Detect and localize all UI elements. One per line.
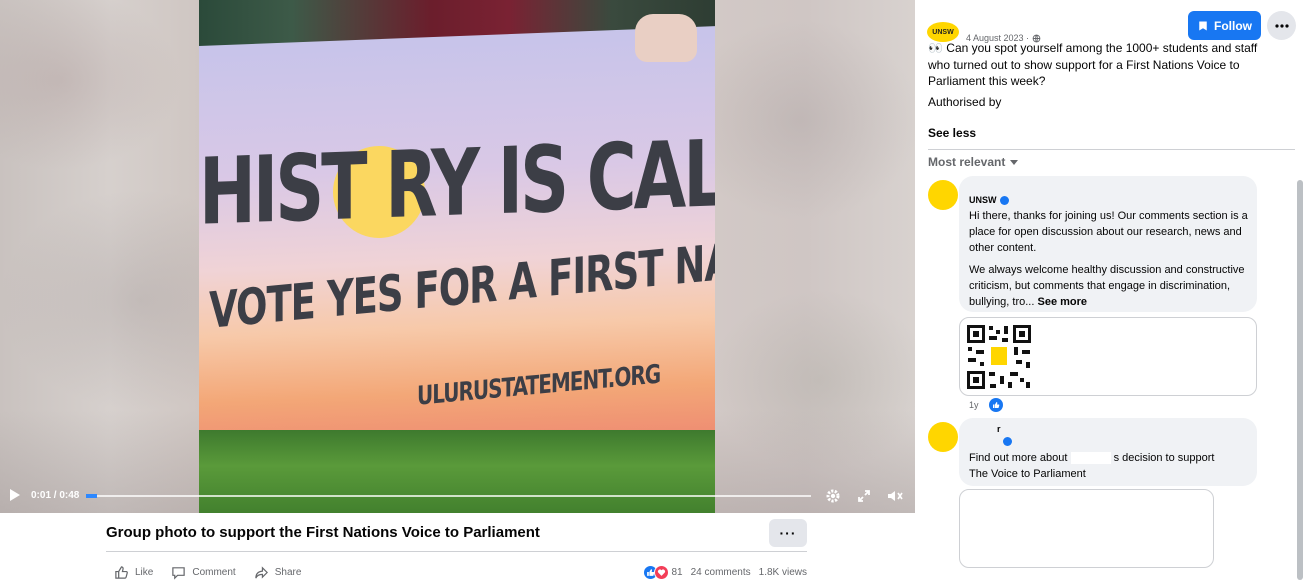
gear-icon[interactable] [825,488,841,504]
thumbs-up-icon [115,565,128,579]
share-icon [254,565,268,579]
more-options-button[interactable]: ··· [769,519,807,547]
see-less-link[interactable]: See less [928,126,976,140]
share-button[interactable]: Share [254,565,302,580]
like-reaction-icon[interactable] [988,398,1003,412]
share-label: Share [274,566,302,578]
like-button[interactable]: Like [114,565,153,580]
reaction-stats: 81 24 comments 1.8K views [643,563,807,581]
divider [106,551,807,552]
action-bar: Like Comment Share [114,563,301,581]
redacted-text [1070,452,1111,465]
ellipsis-icon [1274,23,1289,28]
follow-label: Follow [1214,18,1252,33]
link-preview-card[interactable] [959,317,1257,396]
reaction-count[interactable]: 81 [671,567,682,578]
reaction-icons[interactable] [643,564,670,580]
qr-code-image [964,322,1034,392]
authorised-by: Authorised by [928,95,1002,109]
comment-icon [172,566,186,580]
comment-sort-dropdown[interactable]: Most relevant [928,155,1019,169]
comment-text: Find out more about s decision to suppor… [969,450,1255,466]
comment-text-part: Find out more about [969,452,1068,464]
page-avatar[interactable]: UNSW [927,22,959,42]
comment-author-name: r [997,424,1001,434]
video-progress-track[interactable] [86,494,811,498]
hand [635,14,697,62]
comment-meta: 1y [969,398,1003,412]
comment-text-part: We always welcome healthy discussion and… [969,264,1245,308]
video-player[interactable]: HIST RY IS CALLING VOTE YES FOR A FIRST … [0,0,915,513]
comment-avatar[interactable] [928,422,958,452]
video-title: Group photo to support the First Nations… [106,524,540,541]
scrollbar[interactable] [1297,180,1303,580]
video-frame: HIST RY IS CALLING VOTE YES FOR A FIRST … [199,0,715,513]
link-preview-card[interactable] [959,489,1214,568]
sign-headline: HIST RY IS CALLING [199,115,715,247]
play-icon[interactable] [10,489,20,501]
comment-avatar[interactable] [928,180,958,210]
view-count: 1.8K views [758,566,807,578]
video-controls: 0:01 / 0:48 [0,480,915,513]
post-panel: UNSW 4 August 2023 · Follow 👀 Can you sp… [915,0,1303,585]
comment-text: The Voice to Parliament [969,466,1255,482]
sort-label: Most relevant [928,155,1006,169]
comment-age[interactable]: 1y [969,400,979,410]
see-more-link[interactable]: See more [1037,296,1087,308]
verified-icon [999,195,1009,205]
video-time: 0:01 / 0:48 [31,490,80,501]
verified-icon [1003,437,1012,446]
comment-text: Hi there, thanks for joining us! Our com… [969,210,1248,254]
comment-count[interactable]: 24 comments [691,567,751,578]
divider [928,149,1295,150]
follow-button[interactable]: Follow [1188,11,1261,40]
video-progress-fill [86,494,97,498]
fullscreen-icon[interactable] [856,488,872,504]
comment-text-part: The Voice to Parliament [969,468,1086,480]
comment-text-continued: We always welcome healthy discussion and… [969,262,1249,310]
comment-button[interactable]: Comment [171,565,236,580]
post-options-button[interactable] [1267,11,1296,40]
like-label: Like [135,566,154,578]
post-text: 👀 Can you spot yourself among the 1000+ … [928,41,1258,88]
comment-text-part: s decision to support [1113,452,1215,464]
follow-icon [1199,21,1207,30]
mute-icon[interactable] [886,488,904,504]
chevron-down-icon [1010,159,1019,165]
comment-label: Comment [192,566,236,578]
love-reaction-icon [654,564,670,580]
comment-author[interactable]: UNSW [969,195,1009,205]
comment-author-name: UNSW [969,195,997,205]
comment-author[interactable]: r [997,424,1001,434]
